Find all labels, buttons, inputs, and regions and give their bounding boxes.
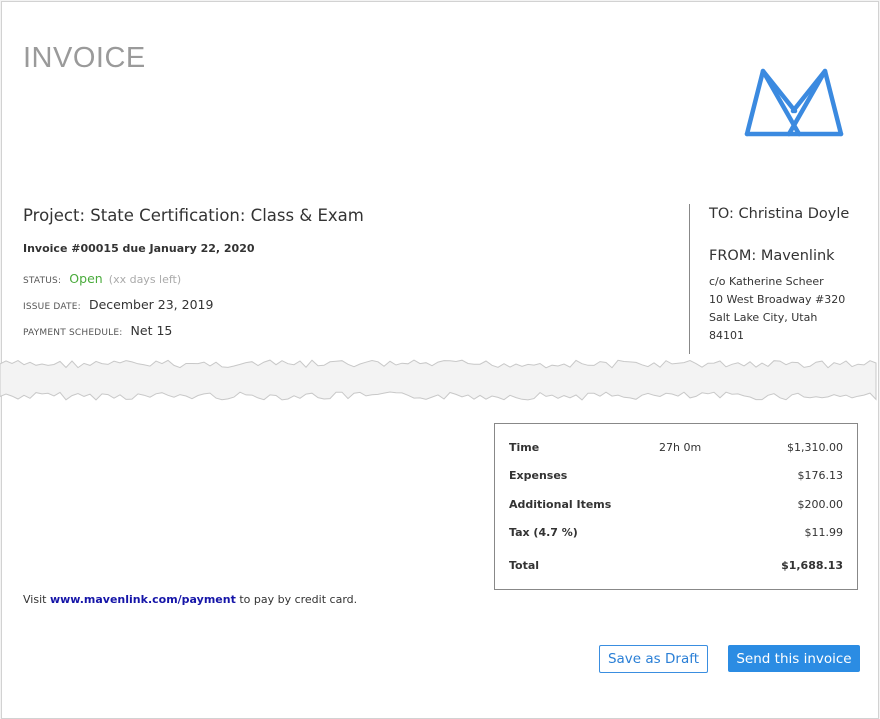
status-badge: Open bbox=[69, 271, 103, 286]
payment-schedule-label: PAYMENT SCHEDULE: bbox=[23, 328, 123, 338]
sender-from: FROM: Mavenlink bbox=[709, 248, 835, 264]
address-line: c/o Katherine Scheer bbox=[709, 275, 824, 288]
total-amount: $1,688.13 bbox=[781, 559, 843, 572]
torn-paper-divider bbox=[0, 359, 877, 401]
invoice-number-due: Invoice #00015 due January 22, 2020 bbox=[23, 242, 255, 255]
recipient-to: TO: Christina Doyle bbox=[709, 206, 850, 222]
address-line: Salt Lake City, Utah bbox=[709, 311, 818, 324]
totals-row-label: Expenses bbox=[509, 469, 568, 482]
totals-row-amount: $200.00 bbox=[797, 498, 844, 511]
send-invoice-button[interactable]: Send this invoice bbox=[728, 645, 860, 672]
vertical-divider bbox=[689, 204, 690, 354]
totals-row-amount: $1,310.00 bbox=[787, 441, 843, 454]
totals-row-label: Tax (4.7 %) bbox=[509, 526, 578, 539]
days-left-note: (xx days left) bbox=[108, 273, 182, 286]
status-row: STATUS: Open (xx days left) bbox=[23, 268, 181, 287]
mavenlink-logo-icon bbox=[744, 68, 844, 137]
payment-link[interactable]: www.mavenlink.com/payment bbox=[50, 593, 236, 606]
payment-schedule-value: Net 15 bbox=[130, 323, 173, 338]
totals-row-label: Additional Items bbox=[509, 498, 612, 511]
totals-summary: Time 27h 0m $1,310.00 Expenses $176.13 A… bbox=[494, 423, 858, 590]
totals-row-expenses: Expenses $176.13 bbox=[509, 469, 843, 485]
payment-schedule-row: PAYMENT SCHEDULE: Net 15 bbox=[23, 320, 172, 339]
payment-prefix: Visit bbox=[23, 593, 47, 606]
totals-row-additional-items: Additional Items $200.00 bbox=[509, 498, 843, 514]
page-title: INVOICE bbox=[23, 42, 146, 74]
address-line: 10 West Broadway #320 bbox=[709, 293, 846, 306]
totals-row-amount: $11.99 bbox=[804, 526, 844, 539]
issue-date-value: December 23, 2019 bbox=[88, 297, 214, 312]
totals-row-hours: 27h 0m bbox=[659, 441, 702, 454]
payment-instructions: Visit www.mavenlink.com/payment to pay b… bbox=[23, 593, 357, 606]
totals-row-time: Time 27h 0m $1,310.00 bbox=[509, 441, 843, 457]
totals-row-tax: Tax (4.7 %) $11.99 bbox=[509, 526, 843, 542]
sender-address: c/o Katherine Scheer 10 West Broadway #3… bbox=[709, 273, 845, 345]
issue-date-row: ISSUE DATE: December 23, 2019 bbox=[23, 294, 213, 313]
project-title: Project: State Certification: Class & Ex… bbox=[23, 206, 364, 225]
totals-row-amount: $176.13 bbox=[797, 469, 844, 482]
totals-row-label: Time bbox=[509, 441, 540, 454]
payment-suffix: to pay by credit card. bbox=[239, 593, 358, 606]
total-label: Total bbox=[509, 559, 540, 572]
status-label: STATUS: bbox=[23, 276, 62, 286]
totals-row-total: Total $1,688.13 bbox=[509, 559, 843, 575]
issue-date-label: ISSUE DATE: bbox=[23, 302, 81, 312]
save-as-draft-button[interactable]: Save as Draft bbox=[599, 645, 708, 673]
